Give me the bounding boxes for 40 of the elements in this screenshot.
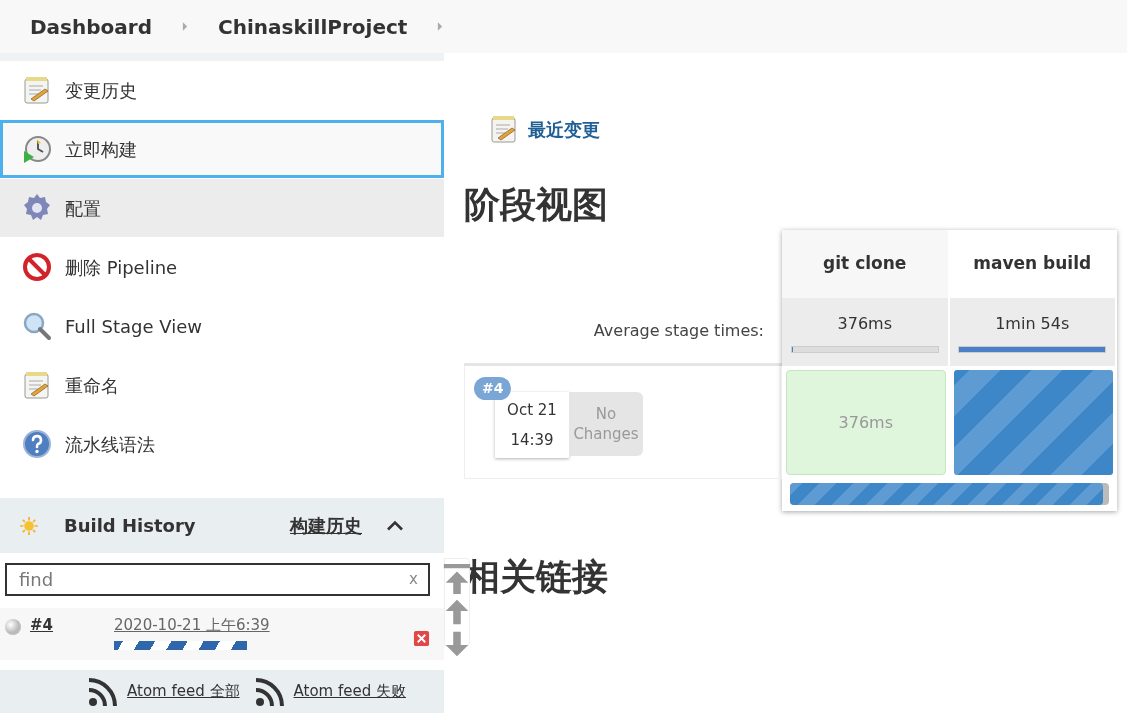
sun-icon [18, 514, 40, 537]
chevron-icon [182, 22, 188, 31]
task-link[interactable]: 重命名 [0, 356, 444, 414]
feed-link[interactable]: Atom feed 失败 [293, 680, 406, 703]
clock-icon [21, 133, 53, 165]
rss-icon [87, 675, 120, 708]
task-link[interactable]: 立即构建 [0, 120, 444, 178]
task-link[interactable]: 变更历史 [0, 61, 444, 119]
help-icon [21, 428, 53, 460]
task-link[interactable]: Full Stage View [0, 297, 444, 355]
recent-changes-link[interactable]: 最近变更 [528, 115, 600, 143]
stage-header: maven build [949, 230, 1117, 299]
run-date-card: Oct 21 14:39 [495, 392, 569, 459]
build-date-link[interactable]: 2020-10-21 上午6:39 [114, 614, 270, 637]
chevron-up-icon[interactable] [386, 518, 404, 533]
average-label: Average stage times: [593, 319, 764, 342]
changes-label: No Changes [569, 392, 643, 457]
stage-header: git clone [782, 230, 950, 299]
average-time-cell: 376ms [782, 298, 950, 367]
panel-title: Build History [64, 514, 196, 538]
cancel-icon[interactable] [413, 630, 430, 647]
stage-time-cell: 376ms [786, 370, 946, 476]
breadcrumb-link[interactable]: Dashboard [30, 11, 152, 42]
trend-link[interactable]: 构建历史 [290, 512, 362, 539]
average-time-cell: 1min 54s [949, 298, 1117, 367]
clear-button[interactable]: x [409, 568, 418, 591]
chevron-icon [437, 22, 444, 31]
status-ball-icon [4, 618, 22, 636]
rss-icon [253, 675, 286, 708]
no-entry-icon [21, 251, 53, 283]
build-link[interactable]: #4 [30, 614, 114, 637]
run-badge: #4 [474, 377, 512, 401]
breadcrumb-link[interactable]: ChinaskillProject [218, 11, 408, 42]
search-field[interactable]: find x [5, 563, 430, 596]
task-link[interactable]: 配置 [0, 179, 444, 237]
task-link[interactable]: 流水线语法 [0, 415, 444, 473]
search-icon [21, 310, 53, 342]
task-link[interactable]: 删除 Pipeline [0, 238, 444, 296]
feed-link[interactable]: Atom feed 全部 [127, 680, 240, 703]
section-heading: 阶段视图 [464, 183, 609, 227]
